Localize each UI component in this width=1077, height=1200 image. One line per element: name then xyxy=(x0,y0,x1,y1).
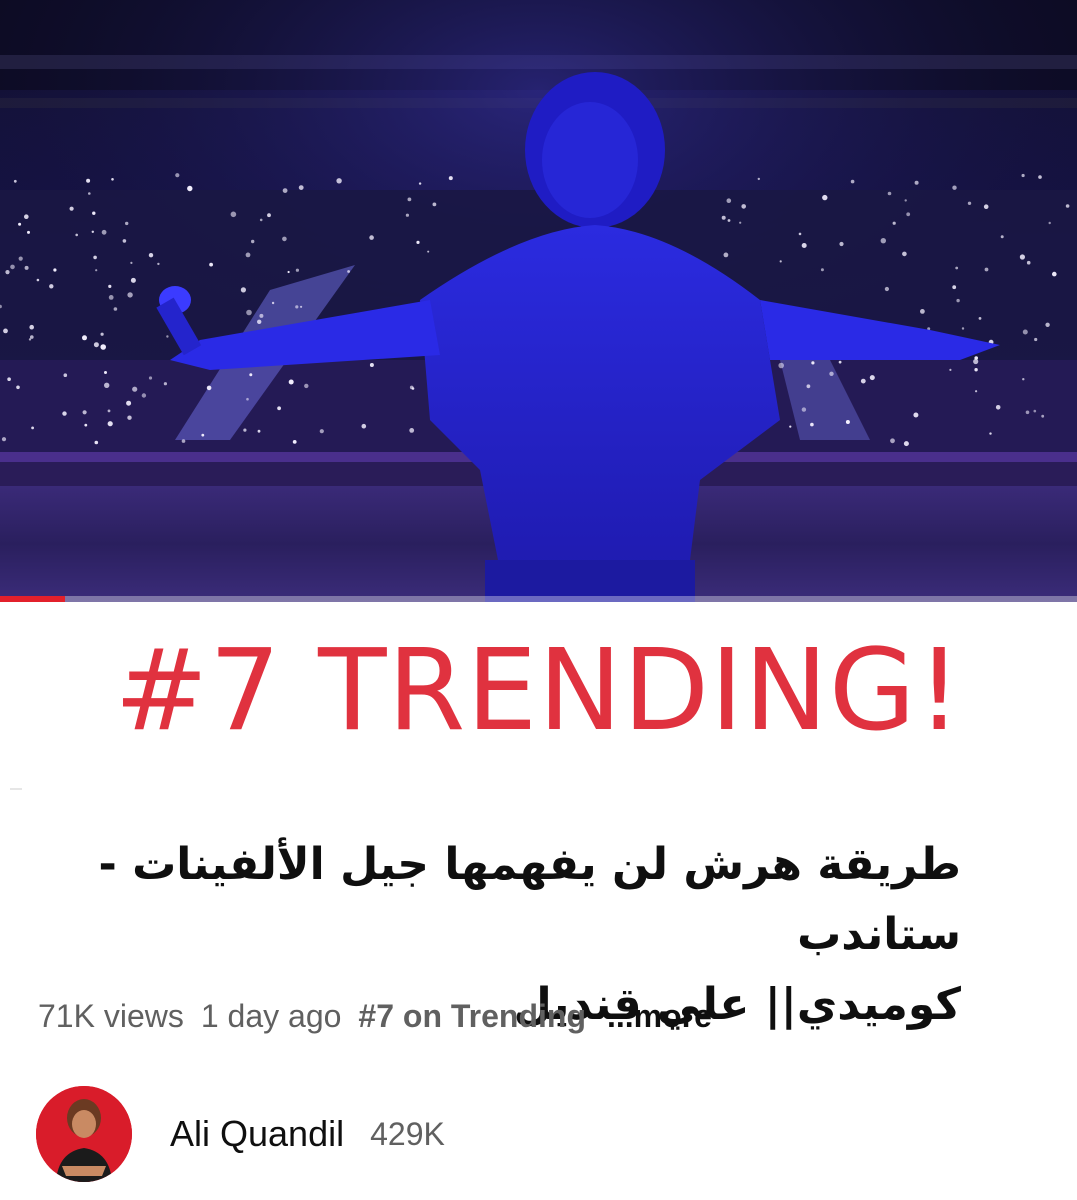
channel-row[interactable]: Ali Quandil 429K xyxy=(36,1086,445,1182)
subscriber-count: 429K xyxy=(370,1115,445,1152)
channel-name[interactable]: Ali Quandil xyxy=(170,1113,344,1155)
video-player[interactable] xyxy=(0,0,1077,602)
trending-badge[interactable]: #7 on Trending xyxy=(358,992,586,1040)
more-button[interactable]: ...more xyxy=(607,992,712,1040)
video-title-line-1: طريقة هرش لن يفهمها جيل الألفينات - ستان… xyxy=(98,839,961,960)
progress-bar[interactable] xyxy=(0,596,1077,602)
view-count: 71K views xyxy=(38,998,184,1034)
divider xyxy=(10,788,22,790)
concert-stage-performer-image xyxy=(0,0,1077,602)
trending-banner: #7 TRENDING! xyxy=(114,626,963,756)
upload-age: 1 day ago xyxy=(200,998,342,1034)
progress-bar-fill xyxy=(0,596,65,602)
avatar[interactable] xyxy=(36,1086,132,1182)
video-meta[interactable]: 71K views 1 day ago #7 on Trending ...mo… xyxy=(38,992,712,1040)
avatar-photo-icon xyxy=(36,1086,132,1182)
